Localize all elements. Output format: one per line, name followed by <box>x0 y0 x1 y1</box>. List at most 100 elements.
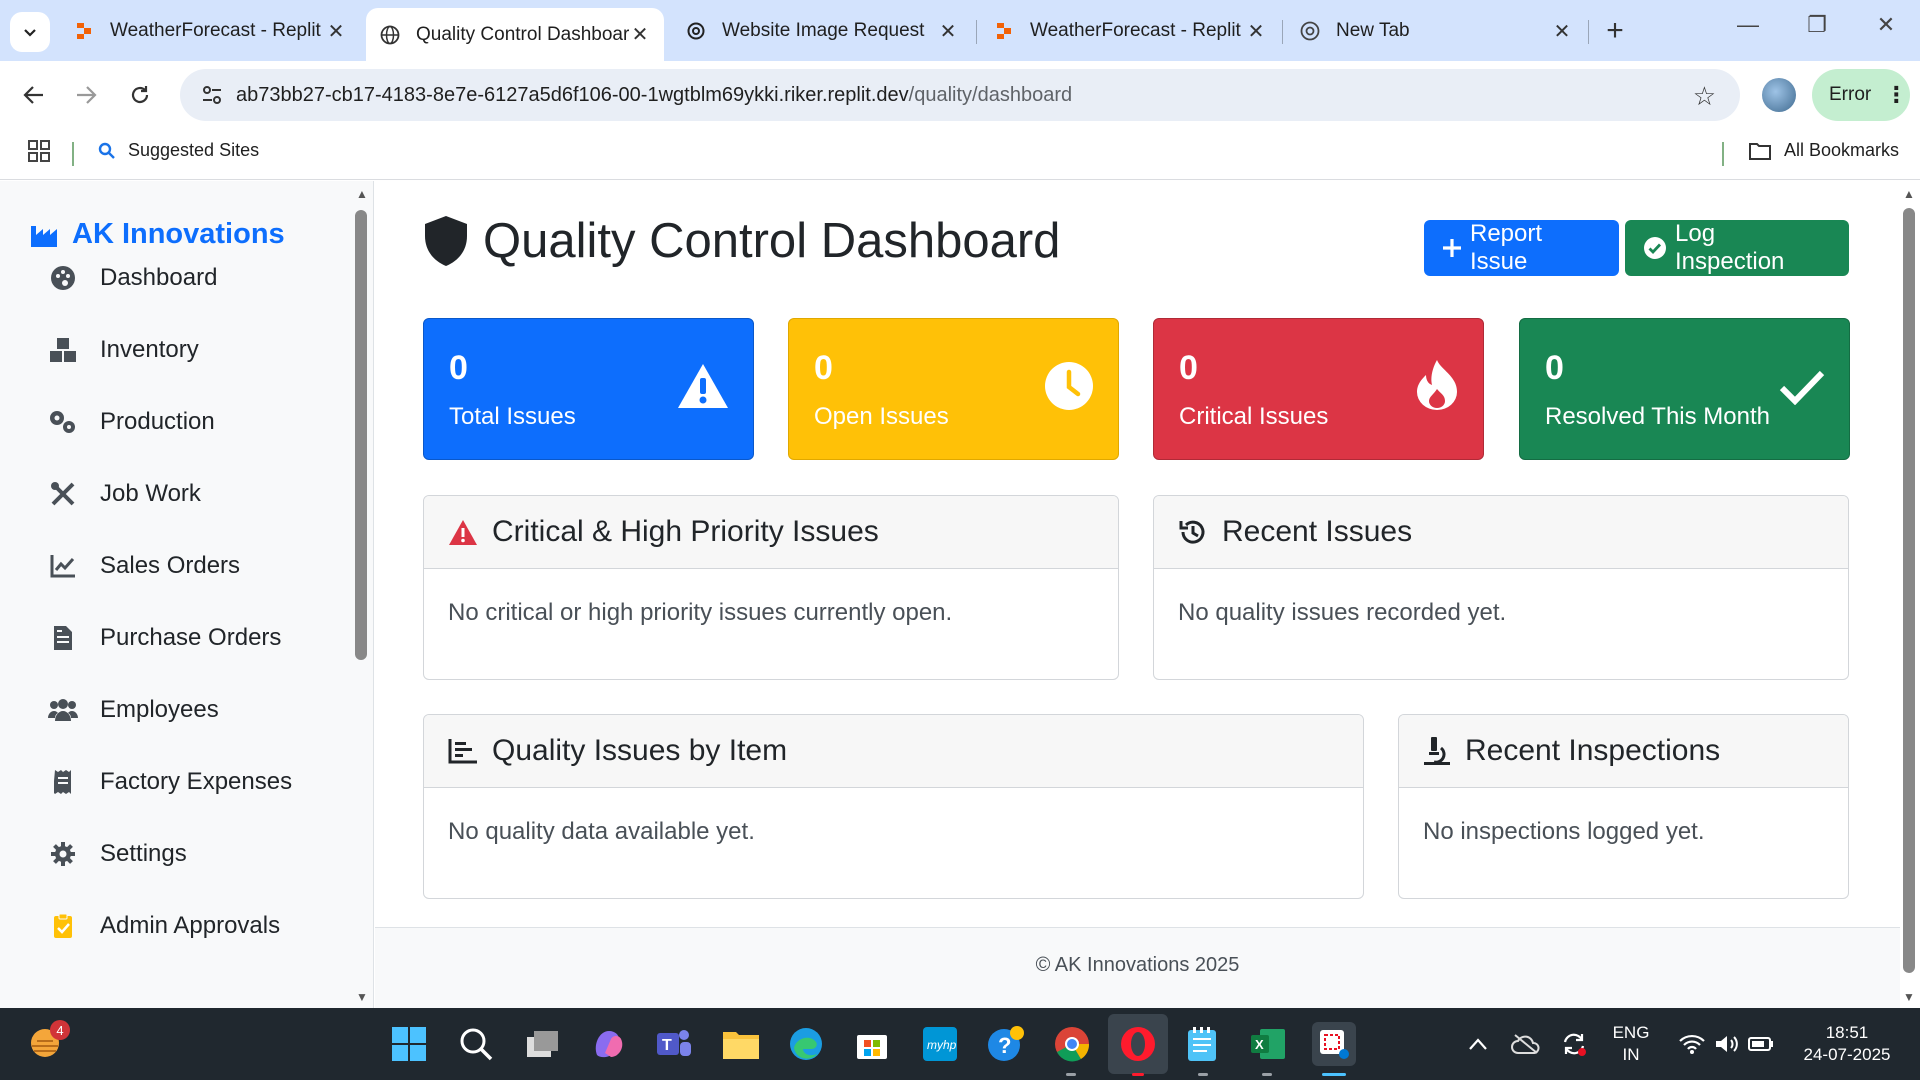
gear-icon <box>48 841 78 867</box>
shield-icon <box>425 216 467 266</box>
tab-website-image-request[interactable]: Website Image Request ✕ <box>672 9 972 53</box>
teams-icon: T <box>657 1030 691 1056</box>
forward-button[interactable] <box>70 79 102 111</box>
reload-button[interactable] <box>124 79 156 111</box>
onedrive-tray[interactable] <box>1504 1022 1548 1066</box>
excel-app[interactable]: X <box>1246 1022 1290 1066</box>
app-running-indicator <box>1132 1073 1144 1076</box>
edge-app[interactable] <box>784 1022 828 1066</box>
snipping-tool-app[interactable] <box>1312 1022 1356 1066</box>
svg-text:X: X <box>1255 1037 1264 1052</box>
profile-error-button[interactable]: Error ⋮ <box>1812 69 1910 121</box>
sidebar-scrollbar-thumb[interactable] <box>355 210 367 660</box>
app-running-indicator <box>1322 1073 1346 1076</box>
show-hidden-icons-button[interactable] <box>1456 1022 1500 1066</box>
tab-search-button[interactable] <box>10 12 50 52</box>
quick-settings-button[interactable] <box>1666 1022 1786 1066</box>
tools-icon <box>48 481 78 507</box>
store-app[interactable] <box>850 1022 894 1066</box>
replit-icon <box>74 21 94 41</box>
openai-icon <box>686 21 706 41</box>
report-issue-button[interactable]: Report Issue <box>1424 220 1619 276</box>
sidebar-item-purchase-orders[interactable]: Purchase Orders <box>48 618 281 658</box>
time-label: 18:51 <box>1825 1023 1869 1042</box>
new-tab-button[interactable]: + <box>1600 14 1630 48</box>
profile-status-label: Error <box>1829 84 1872 105</box>
app-running-indicator <box>1066 1073 1076 1076</box>
task-view-button[interactable] <box>520 1022 564 1066</box>
close-window-button[interactable]: ✕ <box>1866 12 1906 38</box>
sidebar-item-inventory[interactable]: Inventory <box>48 330 199 370</box>
bookmark-suggested-sites[interactable]: Suggested Sites <box>98 140 259 161</box>
chrome-icon <box>1300 21 1320 41</box>
minimize-button[interactable]: — <box>1728 12 1768 38</box>
opera-app[interactable] <box>1108 1014 1168 1074</box>
close-icon[interactable]: ✕ <box>630 22 650 47</box>
site-info-icon[interactable] <box>192 85 232 105</box>
restore-button[interactable]: ❐ <box>1797 12 1837 38</box>
close-icon[interactable]: ✕ <box>1552 19 1572 44</box>
brand[interactable]: AK Innovations <box>30 218 285 251</box>
battery-icon <box>1748 1037 1773 1051</box>
myhp-app[interactable]: myhp <box>918 1022 962 1066</box>
input-language[interactable]: ENG IN <box>1606 1022 1656 1066</box>
sidebar-item-dashboard[interactable]: Dashboard <box>48 258 217 298</box>
file-invoice-icon <box>48 625 78 651</box>
close-icon[interactable]: ✕ <box>1246 19 1266 44</box>
scroll-down-arrow-icon[interactable]: ▼ <box>356 990 368 1004</box>
address-bar[interactable]: ab73bb27-cb17-4183-8e7e-6127a5d6f106-00-… <box>180 69 1740 121</box>
bookmark-label: All Bookmarks <box>1784 140 1900 160</box>
tab-weatherforecast-2[interactable]: WeatherForecast - Replit ✕ <box>980 9 1280 53</box>
bookmark-star-icon[interactable]: ☆ <box>1693 81 1716 112</box>
recent-issues-card: Recent Issues No quality issues recorded… <box>1153 495 1849 680</box>
stat-label: Critical Issues <box>1179 403 1329 430</box>
apps-grid-icon[interactable] <box>28 140 50 167</box>
taskbar-search[interactable] <box>454 1022 498 1066</box>
back-button[interactable] <box>18 79 50 111</box>
issues-by-item-card: Quality Issues by Item No quality data a… <box>423 714 1364 899</box>
sidebar-item-sales-orders[interactable]: Sales Orders <box>48 546 240 586</box>
sidebar-item-label: Inventory <box>100 336 199 363</box>
tab-quality-control-dashboard[interactable]: Quality Control Dashboard ✕ <box>366 8 664 61</box>
get-help-app[interactable]: ? <box>984 1022 1028 1066</box>
sidebar-item-production[interactable]: Production <box>48 402 215 442</box>
sidebar-item-settings[interactable]: Settings <box>48 834 187 874</box>
svg-text:?: ? <box>998 1033 1011 1058</box>
sync-tray[interactable] <box>1552 1022 1596 1066</box>
tab-separator <box>976 20 977 44</box>
copilot-app[interactable] <box>586 1022 630 1066</box>
card-header: Quality Issues by Item <box>424 715 1363 788</box>
close-icon[interactable]: ✕ <box>326 19 346 44</box>
sidebar-item-job-work[interactable]: Job Work <box>48 474 201 514</box>
close-icon[interactable]: ✕ <box>938 19 958 44</box>
sidebar-item-factory-expenses[interactable]: Factory Expenses <box>48 762 292 802</box>
myhp-icon: myhp <box>923 1027 957 1061</box>
start-button[interactable] <box>387 1022 431 1066</box>
language-label: ENG <box>1612 1023 1650 1042</box>
main-content: Quality Control Dashboard Report Issue L… <box>375 181 1900 1008</box>
search-icon <box>460 1028 493 1061</box>
taskbar: 4 T myhp ? X ENG IN 18:51 24-07-2025 <box>0 1008 1920 1080</box>
tab-new-tab[interactable]: New Tab ✕ <box>1286 9 1586 53</box>
tab-weatherforecast-1[interactable]: WeatherForecast - Replit ✕ <box>60 9 360 53</box>
opera-icon <box>1121 1027 1155 1061</box>
microscope-icon <box>1423 736 1451 766</box>
notepad-app[interactable] <box>1180 1022 1224 1066</box>
sidebar-item-admin-approvals[interactable]: Admin Approvals <box>48 906 280 946</box>
teams-app[interactable]: T <box>652 1022 696 1066</box>
chevron-up-icon <box>1469 1038 1487 1050</box>
page-scrollbar-thumb[interactable] <box>1903 208 1915 973</box>
chrome-app[interactable] <box>1050 1022 1094 1066</box>
clock[interactable]: 18:51 24-07-2025 <box>1792 1022 1902 1066</box>
file-explorer-app[interactable] <box>719 1022 763 1066</box>
svg-text:T: T <box>662 1037 672 1054</box>
scroll-up-arrow-icon[interactable]: ▲ <box>1903 187 1915 201</box>
sidebar-item-employees[interactable]: Employees <box>48 690 219 730</box>
profile-avatar[interactable] <box>1762 78 1796 112</box>
tab-separator <box>1282 20 1283 44</box>
scroll-up-arrow-icon[interactable]: ▲ <box>356 187 368 201</box>
log-inspection-button[interactable]: Log Inspection <box>1625 220 1849 276</box>
scroll-down-arrow-icon[interactable]: ▼ <box>1903 990 1915 1004</box>
sidebar-item-label: Sales Orders <box>100 552 241 579</box>
all-bookmarks-button[interactable]: All Bookmarks <box>1748 140 1899 161</box>
